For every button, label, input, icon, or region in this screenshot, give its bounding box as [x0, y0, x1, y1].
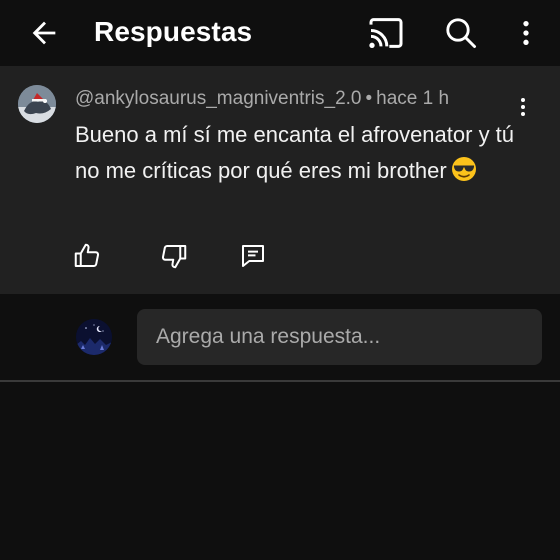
divider [0, 380, 560, 382]
reply-input[interactable] [137, 309, 542, 365]
page-title: Respuestas [94, 16, 253, 47]
reply-composer [0, 294, 560, 381]
thumb-down-icon [161, 244, 187, 269]
cast-button[interactable] [362, 9, 410, 57]
commenter-avatar[interactable] [18, 85, 56, 123]
cast-icon [369, 18, 403, 48]
thumb-up-icon [74, 243, 100, 268]
comment-card: @ankylosaurus_magniventris_2.0 • hace 1 h … [0, 66, 560, 294]
comment-time: hace 1 h [376, 88, 450, 109]
top-app-bar: Respuestas [0, 0, 560, 66]
arrow-back-icon [32, 21, 56, 45]
reply-comment-icon [242, 245, 264, 267]
comment-author[interactable]: @ankylosaurus_magniventris_2.0 [75, 88, 362, 109]
sunglasses-emoji-icon [451, 157, 476, 181]
replies-screen: Respuestas @ankylosaurus_magniventris_2.… [0, 0, 560, 560]
more-vert-icon [523, 21, 529, 45]
more-vert-icon [521, 98, 525, 116]
comment-text: Bueno a mí sí me encanta el afrovenator … [75, 122, 515, 183]
meta-separator: • [365, 88, 373, 109]
user-avatar[interactable] [76, 319, 112, 355]
search-icon [446, 18, 476, 48]
back-button[interactable] [20, 9, 68, 57]
more-options-button[interactable] [502, 9, 550, 57]
like-button[interactable] [70, 239, 104, 273]
comment-meta: @ankylosaurus_magniventris_2.0 • hace 1 h [75, 87, 449, 111]
comment-body: Bueno a mí sí me encanta el afrovenator … [75, 117, 530, 189]
search-button[interactable] [437, 9, 485, 57]
dislike-button[interactable] [157, 239, 191, 273]
reply-button[interactable] [236, 239, 270, 273]
